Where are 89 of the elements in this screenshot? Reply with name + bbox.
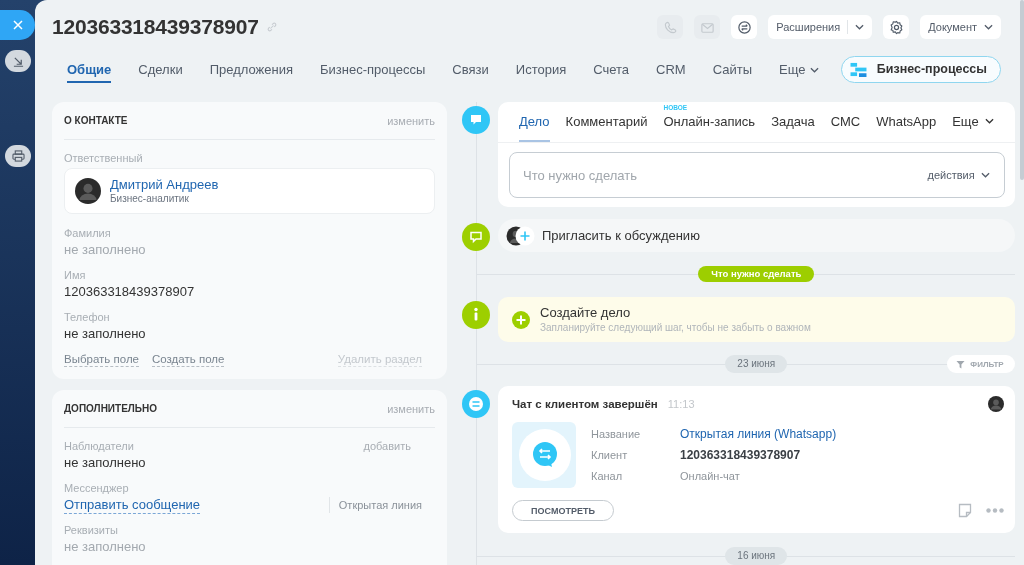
printer-icon bbox=[11, 150, 25, 162]
avatar bbox=[75, 178, 101, 204]
field-value: 120363318439378907 bbox=[64, 283, 196, 301]
channel-label: Открытая линия bbox=[337, 498, 423, 513]
detail-value: Онлайн-чат bbox=[680, 469, 741, 484]
task-input-field[interactable]: Что нужно сделать действия bbox=[509, 152, 1005, 198]
tab[interactable]: История bbox=[515, 55, 567, 83]
section-pill: Что нужно сделать bbox=[698, 266, 815, 282]
close-button[interactable] bbox=[0, 10, 35, 40]
field-label: Имя bbox=[64, 268, 86, 282]
chat-icon bbox=[462, 390, 490, 418]
filter-icon bbox=[956, 359, 966, 369]
detail-label: Канал bbox=[591, 469, 624, 484]
detail-label: Название bbox=[591, 427, 642, 442]
activity-tab[interactable]: WhatsApp bbox=[876, 102, 937, 142]
avatar bbox=[987, 396, 1004, 412]
actions-button[interactable]: действия bbox=[927, 169, 990, 181]
invite-bar[interactable]: Пригласить к обсуждению bbox=[498, 219, 1015, 252]
detail-value: 120363318439378907 bbox=[680, 447, 802, 464]
tab[interactable]: Сделки bbox=[138, 55, 183, 83]
tab[interactable]: Сайты bbox=[712, 55, 752, 83]
close-icon bbox=[12, 20, 23, 30]
footer-link[interactable]: Создать поле bbox=[152, 352, 225, 367]
section-title: ДОПОЛНИТЕЛЬНО bbox=[64, 403, 158, 414]
document-button[interactable]: Документ bbox=[920, 15, 1001, 39]
event-time: 11:13 bbox=[667, 398, 695, 410]
settings-icon bbox=[888, 19, 904, 35]
chat-icon bbox=[736, 19, 752, 35]
tab[interactable]: Общие bbox=[67, 55, 112, 83]
activity-tab[interactable]: Задача bbox=[771, 102, 815, 142]
arrow-icon bbox=[12, 55, 24, 67]
user-role: Бизнес-аналитик bbox=[110, 193, 190, 205]
tab[interactable]: CRM bbox=[656, 55, 686, 83]
todo-hint: Запланируйте следующий шаг, чтобы не забыть о важном bbox=[540, 320, 811, 335]
detail-link[interactable]: Открытая линия (Whatsapp) bbox=[680, 424, 837, 445]
field-value: не заполнено bbox=[64, 538, 147, 556]
speech-bubble-icon bbox=[462, 106, 490, 134]
plus-icon[interactable] bbox=[512, 310, 530, 329]
tab[interactable]: Еще bbox=[779, 55, 820, 83]
more-icon[interactable] bbox=[985, 508, 1004, 513]
note-icon[interactable] bbox=[957, 503, 972, 518]
info-icon bbox=[462, 301, 490, 329]
field-label: Телефон bbox=[64, 310, 110, 324]
user-plus-icon bbox=[506, 224, 536, 247]
scrollbar[interactable] bbox=[1020, 0, 1024, 180]
date-pill: 23 июня bbox=[725, 355, 788, 373]
process-icon bbox=[849, 61, 867, 77]
field-label: Мессенджер bbox=[64, 481, 129, 495]
chat-button[interactable] bbox=[731, 15, 758, 39]
field-label: Ответственный bbox=[64, 151, 143, 165]
event-title: Чат с клиентом завершён bbox=[512, 398, 658, 410]
send-message-link[interactable]: Отправить сообщение bbox=[64, 496, 201, 514]
tab[interactable]: Связи bbox=[452, 55, 489, 83]
caret-icon bbox=[980, 172, 990, 178]
field-value: не заполнено bbox=[64, 454, 147, 472]
activity-tab[interactable]: Комментарий bbox=[565, 102, 648, 142]
section-title: О КОНТАКТЕ bbox=[64, 115, 128, 126]
tab[interactable]: Предложения bbox=[209, 55, 293, 83]
date-pill: 16 июня bbox=[725, 547, 788, 565]
print-button[interactable] bbox=[5, 145, 31, 167]
minimize-button[interactable] bbox=[5, 50, 31, 72]
tab[interactable]: Бизнес-процессы bbox=[320, 55, 426, 83]
caret-icon bbox=[855, 24, 865, 30]
todo-title: Создайте дело bbox=[540, 304, 632, 321]
footer-link[interactable]: Выбрать поле bbox=[64, 352, 139, 367]
field-value: не заполнено bbox=[64, 241, 147, 259]
activity-tab[interactable]: СМС bbox=[830, 102, 861, 142]
caret-icon bbox=[810, 66, 820, 73]
field-label: Наблюдатели bbox=[64, 439, 134, 453]
settings-button[interactable] bbox=[883, 15, 910, 39]
field-value: не заполнено bbox=[64, 325, 147, 343]
contact-title: 120363318439378907 bbox=[52, 15, 259, 39]
comment-icon bbox=[462, 223, 490, 251]
caret-icon bbox=[984, 118, 994, 124]
chat-thumbnail-icon bbox=[512, 422, 576, 488]
activity-tab[interactable]: Еще bbox=[952, 102, 994, 142]
detail-label: Клиент bbox=[591, 448, 629, 463]
user-name[interactable]: Дмитрий Андреев bbox=[110, 177, 219, 193]
extensions-button[interactable]: Расширения bbox=[768, 15, 873, 39]
link-icon[interactable] bbox=[265, 21, 278, 33]
activity-tab[interactable]: Дело bbox=[519, 102, 550, 142]
field-label: Фамилия bbox=[64, 226, 111, 240]
view-button[interactable]: ПОСМОТРЕТЬ bbox=[512, 500, 614, 521]
field-label: Реквизиты bbox=[64, 523, 118, 537]
tab[interactable]: Счета bbox=[593, 55, 630, 83]
business-process-button[interactable]: Бизнес-процессы bbox=[840, 55, 1001, 83]
phone-icon bbox=[662, 19, 678, 35]
invite-label: Пригласить к обсуждению bbox=[542, 228, 700, 243]
caret-icon bbox=[984, 24, 993, 30]
